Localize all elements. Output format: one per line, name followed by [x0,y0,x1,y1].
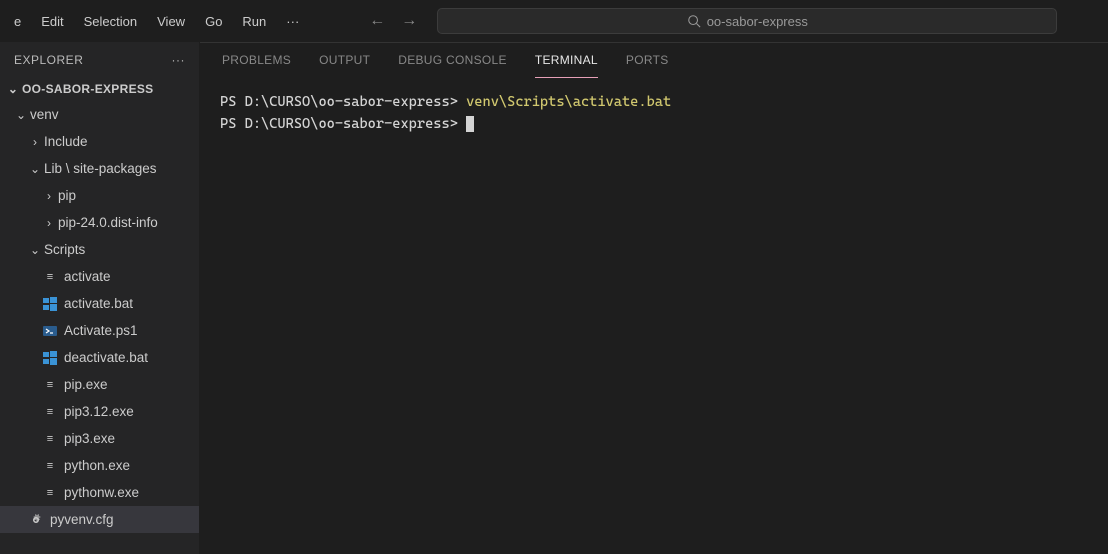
menu-more[interactable]: ··· [276,8,309,35]
powershell-icon [42,323,58,339]
tree-file-pythonw-exe[interactable]: ≡ pythonw.exe [0,479,199,506]
menu-run[interactable]: Run [232,8,276,35]
chevron-right-icon: › [42,189,56,203]
project-header[interactable]: ⌄ OO-SABOR-EXPRESS [0,77,199,101]
tab-output[interactable]: OUTPUT [319,43,370,77]
tree-label: activate.bat [64,296,133,311]
tree-label: Scripts [44,242,85,257]
menu-edit[interactable]: Edit [31,8,73,35]
terminal[interactable]: PS D:\CURSO\oo-sabor-express> venv\Scrip… [200,78,1108,554]
chevron-down-icon: ⌄ [6,82,20,96]
terminal-command: venv\Scripts\activate.bat [466,94,671,110]
file-icon: ≡ [42,458,58,474]
tree-label: Lib \ site-packages [44,161,157,176]
tree-label: Include [44,134,88,149]
file-tree: ⌄ venv › Include ⌄ Lib \ site-packages ›… [0,101,199,554]
tree-file-deactivate-bat[interactable]: deactivate.bat [0,344,199,371]
tree-folder-lib[interactable]: ⌄ Lib \ site-packages [0,155,199,182]
tree-file-pip3-exe[interactable]: ≡ pip3.exe [0,425,199,452]
sidebar: EXPLORER ··· ⌄ OO-SABOR-EXPRESS ⌄ venv ›… [0,42,200,554]
tree-label: pip3.exe [64,431,115,446]
menu-go[interactable]: Go [195,8,232,35]
search-placeholder: oo-sabor-express [707,14,808,29]
tree-file-python-exe[interactable]: ≡ python.exe [0,452,199,479]
chevron-down-icon: ⌄ [14,108,28,122]
file-icon: ≡ [42,485,58,501]
tab-debug-console[interactable]: DEBUG CONSOLE [398,43,507,77]
terminal-cursor [466,116,474,132]
tree-folder-venv[interactable]: ⌄ venv [0,101,199,128]
tree-folder-include[interactable]: › Include [0,128,199,155]
tree-label: deactivate.bat [64,350,148,365]
menubar: e Edit Selection View Go Run ··· ← → oo-… [0,0,1108,42]
tree-folder-pip[interactable]: › pip [0,182,199,209]
tree-file-pip312-exe[interactable]: ≡ pip3.12.exe [0,398,199,425]
tree-label: pip-24.0.dist-info [58,215,158,230]
tree-label: activate [64,269,111,284]
tree-folder-scripts[interactable]: ⌄ Scripts [0,236,199,263]
tree-label: pip.exe [64,377,108,392]
chevron-down-icon: ⌄ [28,243,42,257]
panel-tabs: PROBLEMS OUTPUT DEBUG CONSOLE TERMINAL P… [200,42,1108,78]
tree-label: pythonw.exe [64,485,139,500]
editor-panel: PROBLEMS OUTPUT DEBUG CONSOLE TERMINAL P… [200,42,1108,554]
menu-selection[interactable]: Selection [74,8,147,35]
tree-label: pyvenv.cfg [50,512,114,527]
tree-label: python.exe [64,458,130,473]
terminal-line: PS D:\CURSO\oo-sabor-express> [220,114,1088,136]
chevron-down-icon: ⌄ [28,162,42,176]
file-icon: ≡ [42,431,58,447]
tab-terminal[interactable]: TERMINAL [535,43,598,78]
nav-back-icon[interactable]: ← [369,12,385,30]
command-search[interactable]: oo-sabor-express [437,8,1057,34]
tree-label: pip [58,188,76,203]
tree-file-activate-bat[interactable]: activate.bat [0,290,199,317]
tree-file-activate[interactable]: ≡ activate [0,263,199,290]
search-icon [687,14,701,28]
gear-icon [28,512,44,528]
explorer-more-icon[interactable]: ··· [172,53,186,67]
tab-problems[interactable]: PROBLEMS [222,43,291,77]
tree-label: Activate.ps1 [64,323,138,338]
menu-file-partial[interactable]: e [4,8,31,35]
explorer-title: EXPLORER [14,53,83,67]
tree-folder-pipdist[interactable]: › pip-24.0.dist-info [0,209,199,236]
tree-label: venv [30,107,59,122]
windows-icon [42,350,58,366]
tree-file-activate-ps1[interactable]: Activate.ps1 [0,317,199,344]
file-icon: ≡ [42,377,58,393]
tree-file-pyvenv-cfg[interactable]: pyvenv.cfg [0,506,199,533]
project-name: OO-SABOR-EXPRESS [22,82,154,96]
terminal-prompt: PS D:\CURSO\oo-sabor-express> [220,94,466,110]
windows-icon [42,296,58,312]
file-icon: ≡ [42,269,58,285]
chevron-right-icon: › [42,216,56,230]
terminal-prompt: PS D:\CURSO\oo-sabor-express> [220,116,466,132]
terminal-line: PS D:\CURSO\oo-sabor-express> venv\Scrip… [220,92,1088,114]
nav-forward-icon[interactable]: → [401,12,417,30]
menu-view[interactable]: View [147,8,195,35]
chevron-right-icon: › [28,135,42,149]
file-icon: ≡ [42,404,58,420]
tab-ports[interactable]: PORTS [626,43,669,77]
tree-file-pip-exe[interactable]: ≡ pip.exe [0,371,199,398]
tree-label: pip3.12.exe [64,404,134,419]
